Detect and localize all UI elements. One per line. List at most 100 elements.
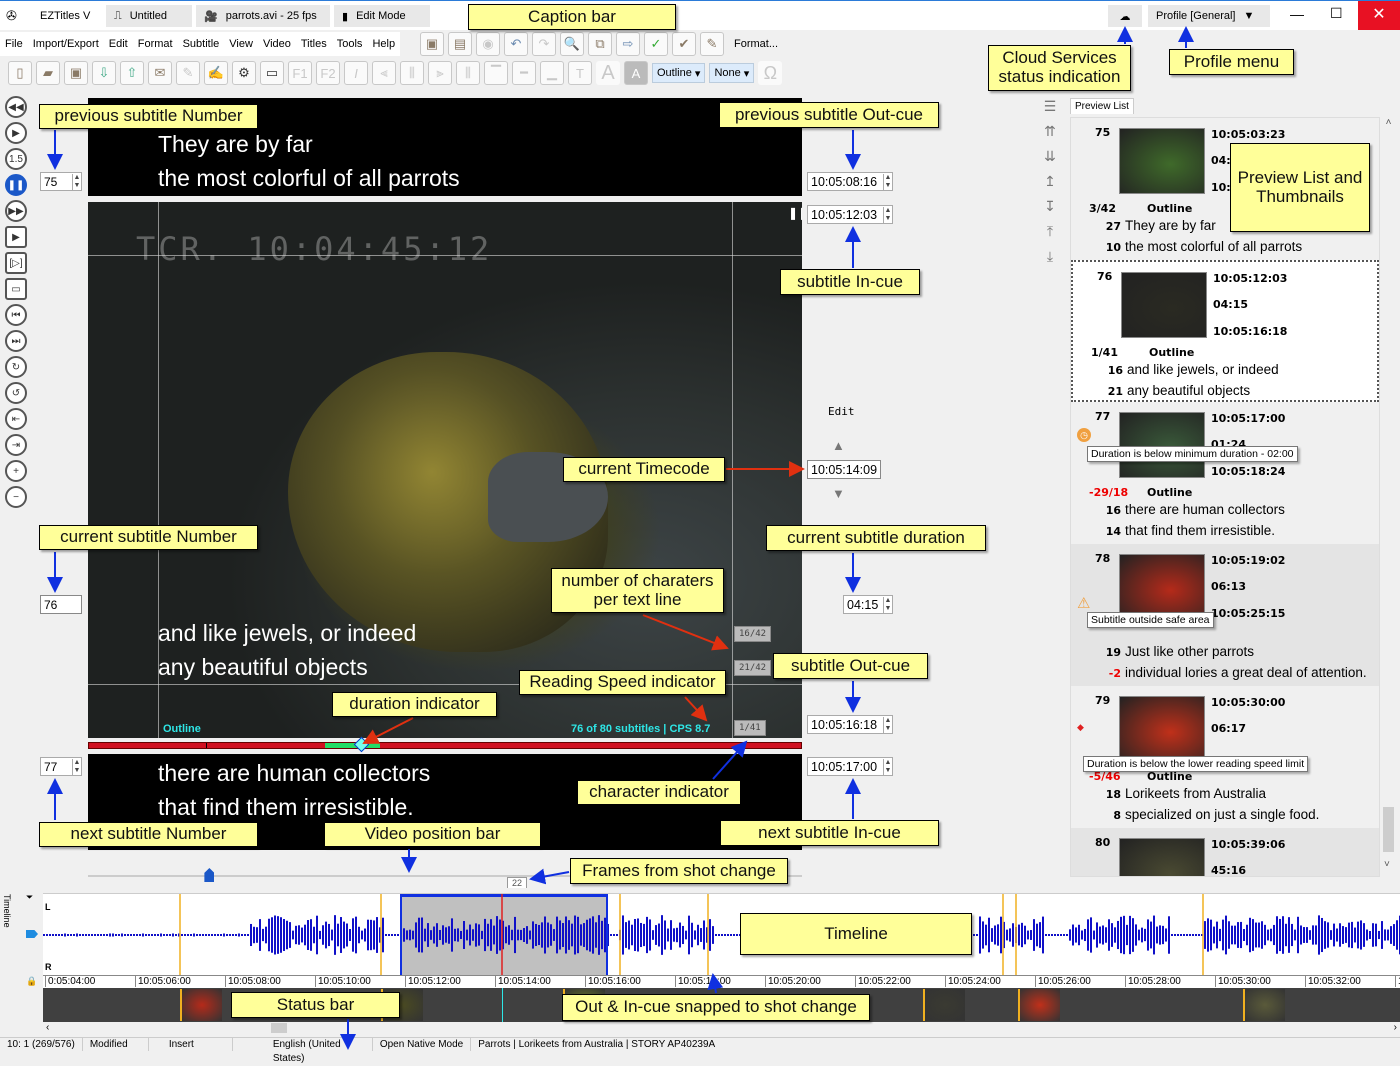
menu-format[interactable]: Format (133, 38, 178, 50)
import-icon[interactable]: ⇩ (92, 61, 116, 85)
timeline-menu-icon[interactable]: ⏷ (26, 892, 33, 903)
redo-icon[interactable]: ↷ (532, 32, 556, 56)
menu-help[interactable]: Help (367, 38, 400, 50)
fast-forward-icon[interactable]: ▶▶ (5, 200, 27, 222)
list-align-icon[interactable]: ☰ (1044, 98, 1057, 115)
check-bubble-icon[interactable]: ✔ (672, 32, 696, 56)
timeline-scrollbar[interactable]: ‹ › (43, 1022, 1400, 1034)
menu-edit[interactable]: Edit (104, 38, 133, 50)
mode-chip[interactable]: ▮ Edit Mode (334, 5, 430, 27)
preview-item[interactable]: 77 10:05:17:00 01:24 10:05:18:24 -29/18 … (1071, 402, 1379, 544)
menu-subtitle[interactable]: Subtitle (178, 38, 225, 50)
monitor-icon[interactable]: ▭ (260, 61, 284, 85)
format-button[interactable]: Format... (728, 38, 784, 50)
play-range-icon[interactable]: [▷] (5, 252, 27, 274)
position-middle-icon[interactable]: ━ (512, 61, 536, 85)
edit-disabled-icon[interactable]: ✎ (176, 61, 200, 85)
save-icon[interactable]: ▣ (64, 61, 88, 85)
duration-field[interactable]: 04:15 ▲ ▼ (843, 595, 893, 614)
timecode-up-icon[interactable]: ▲ (832, 438, 845, 453)
loop-icon[interactable]: ↻ (5, 356, 27, 378)
position-top-icon[interactable]: ▔ (484, 61, 508, 85)
prev-subtitle-icon[interactable]: ⏮ (5, 304, 27, 326)
speed-1-5-icon[interactable]: 1.5 (5, 148, 27, 170)
new-file-icon[interactable]: ▯ (8, 61, 32, 85)
play-icon[interactable]: ▶ (5, 122, 27, 144)
undo-icon[interactable]: ↶ (504, 32, 528, 56)
status-language[interactable]: English (United States) (233, 1038, 373, 1064)
sort-up-icon[interactable]: ↥ (1044, 173, 1056, 190)
scroll-left-icon[interactable]: ‹ (46, 1022, 49, 1033)
list-down-icon[interactable]: ⇊ (1044, 148, 1056, 165)
film-import-icon[interactable]: ▤ (448, 32, 472, 56)
omega-icon[interactable]: Ω (758, 61, 783, 85)
preview-item[interactable]: 78 10:05:19:02 06:13 10:05:25:15 19 Just … (1071, 544, 1379, 686)
minimize-button[interactable]: — (1290, 6, 1304, 22)
zoom-out-icon[interactable]: − (5, 486, 27, 508)
preview-scrollbar[interactable]: ˄ ˅ (1381, 117, 1396, 877)
copy-icon[interactable]: ⧉ (588, 32, 612, 56)
spellcheck-icon[interactable]: ✓ (644, 32, 668, 56)
pause-icon[interactable]: ❚❚ (5, 174, 27, 196)
next-subtitle-number[interactable]: 77 ▲ ▼ (40, 757, 82, 776)
duration-marker-icon[interactable] (353, 736, 370, 753)
box-select[interactable]: None ▾ (709, 63, 755, 83)
preview-item[interactable]: 80 10:05:39:06 45:16 (1071, 828, 1379, 876)
style-select[interactable]: Outline ▾ (652, 63, 706, 83)
align-left-icon[interactable]: ⫷ (372, 61, 396, 85)
scroll-right-icon[interactable]: › (1394, 1022, 1397, 1033)
open-folder-icon[interactable]: ▰ (36, 61, 60, 85)
set-out-icon[interactable]: ⇥ (5, 434, 27, 456)
lock-icon[interactable]: 🔒 (26, 976, 37, 987)
document-chip[interactable]: ⎍ Untitled (106, 5, 192, 27)
menu-tools[interactable]: Tools (332, 38, 368, 50)
loop-play-icon[interactable]: ↺ (5, 382, 27, 404)
current-subtitle-line-2[interactable]: any beautiful objects (158, 650, 416, 684)
previous-out-cue-field[interactable]: 10:05:08:16 ▲ ▼ (807, 172, 893, 191)
menu-titles[interactable]: Titles (296, 38, 332, 50)
tab-preview-list[interactable]: Preview List (1070, 98, 1134, 114)
video-position-handle[interactable] (204, 868, 215, 882)
menu-file[interactable]: File (0, 38, 28, 50)
gear-icon[interactable]: ⚙ (232, 61, 256, 85)
spin-arrows-icon[interactable]: ▲ ▼ (72, 173, 81, 190)
cloud-status-button[interactable]: ☁ (1108, 5, 1142, 27)
set-in-icon[interactable]: ⇤ (5, 408, 27, 430)
screen-icon[interactable]: ▭ (5, 278, 27, 300)
close-button[interactable]: ✕ (1358, 1, 1400, 30)
current-subtitle-line-1[interactable]: and like jewels, or indeed (158, 616, 416, 650)
next-in-cue-field[interactable]: 10:05:17:00 ▲ ▼ (807, 757, 893, 776)
fix-icon[interactable]: ✎ (700, 32, 724, 56)
menu-video[interactable]: Video (258, 38, 296, 50)
font-box-icon[interactable]: A (624, 61, 648, 85)
in-cue-field[interactable]: 10:05:12:03 ▲ ▼ (807, 205, 893, 224)
f1-icon[interactable]: F1 (288, 61, 312, 85)
export-icon[interactable]: ⇧ (120, 61, 144, 85)
font-a-icon[interactable]: A (596, 61, 620, 85)
text-size-icon[interactable]: T (568, 61, 592, 85)
maximize-button[interactable]: ☐ (1330, 5, 1343, 22)
spin-arrows-icon[interactable]: ▲ ▼ (883, 596, 892, 613)
next-subtitle-icon[interactable]: ⏭ (5, 330, 27, 352)
scroll-down-icon[interactable]: ˅ (1384, 859, 1390, 870)
position-bottom-icon[interactable]: ▁ (540, 61, 564, 85)
spin-arrows-icon[interactable]: ▲ ▼ (883, 758, 892, 775)
email-icon[interactable]: ✉ (148, 61, 172, 85)
italic-icon[interactable]: I (344, 61, 368, 85)
align-justify-icon[interactable]: ⫼ (456, 61, 480, 85)
menu-import-export[interactable]: Import/Export (28, 38, 104, 50)
scroll-up-icon[interactable]: ˄ (1381, 117, 1396, 128)
film-icon[interactable]: ▣ (420, 32, 444, 56)
spin-arrows-icon[interactable]: ▲ ▼ (883, 206, 892, 223)
play-subtitle-icon[interactable]: ▶ (5, 226, 27, 248)
profile-menu[interactable]: Profile [General] ▼ (1148, 5, 1270, 27)
rewind-icon[interactable]: ◀◀ (5, 96, 27, 118)
timeline-scroll-thumb[interactable] (271, 1023, 287, 1033)
menu-view[interactable]: View (224, 38, 258, 50)
edit-list-icon[interactable]: ✍ (204, 61, 228, 85)
spin-arrows-icon[interactable]: ▲ ▼ (883, 716, 892, 733)
previous-subtitle-number[interactable]: 75 ▲ ▼ (40, 172, 82, 191)
list-up-icon[interactable]: ⇈ (1044, 123, 1056, 140)
preview-item[interactable]: 76 10:05:12:03 04:15 10:05:16:18 1/41 Ou… (1071, 260, 1379, 402)
preview-item[interactable]: 79 10:05:30:00 06:17 -5/46 Outline 18 Lori… (1071, 686, 1379, 828)
